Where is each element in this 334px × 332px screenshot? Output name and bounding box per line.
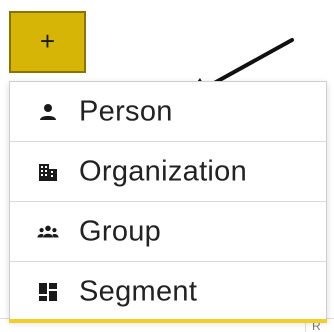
menu-item-label: Segment: [79, 275, 198, 308]
menu-item-organization[interactable]: Organization: [10, 142, 326, 202]
menu-item-segment[interactable]: Segment: [10, 262, 326, 322]
menu-item-person[interactable]: Person: [10, 82, 326, 142]
menu-accent-bar: [9, 319, 327, 323]
menu-item-group[interactable]: Group: [10, 202, 326, 262]
menu-item-label: Person: [79, 95, 173, 127]
building-icon: [37, 161, 59, 183]
group-icon: [37, 221, 59, 243]
person-icon: [37, 101, 59, 123]
plus-icon: +: [39, 26, 56, 56]
menu-item-label: Group: [79, 215, 162, 247]
add-button[interactable]: +: [9, 11, 86, 73]
add-menu: Person Organization Group Segment: [9, 81, 327, 321]
segment-icon: [37, 281, 59, 303]
menu-item-label: Organization: [79, 155, 248, 187]
screen: e R + Person: [0, 0, 334, 332]
